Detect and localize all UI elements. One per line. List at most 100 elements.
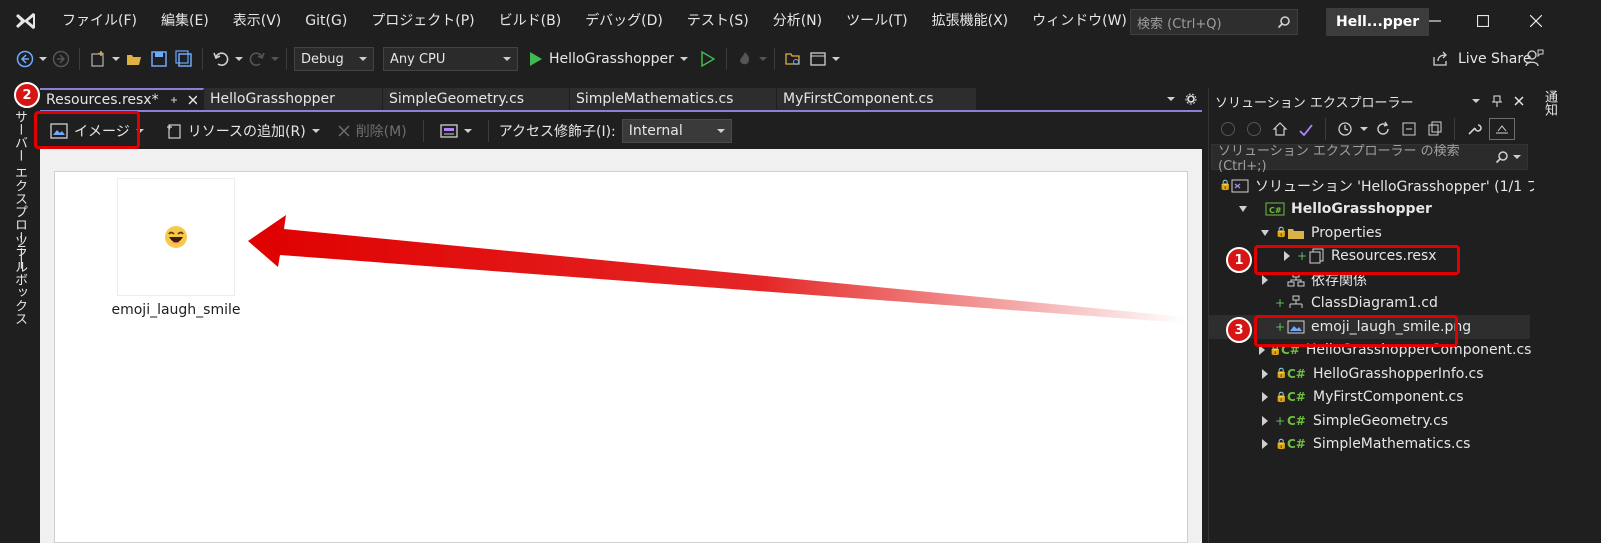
menu-item[interactable]: テスト(S) — [675, 0, 761, 42]
hot-reload-icon[interactable] — [734, 48, 756, 70]
home-icon[interactable] — [1269, 118, 1291, 140]
open-folder-icon[interactable] — [123, 48, 145, 70]
find-in-files-icon[interactable] — [782, 48, 804, 70]
feedback-button[interactable] — [1524, 48, 1544, 72]
tab-resources-resx[interactable]: Resources.resx* — [40, 88, 204, 110]
toolbar-separator — [773, 48, 775, 70]
step-badge-3: 3 — [1226, 317, 1252, 343]
search-options-dropdown-icon[interactable] — [1513, 155, 1521, 159]
menu-item[interactable]: 編集(E) — [149, 0, 221, 42]
save-all-icon[interactable] — [173, 48, 195, 70]
notifications-tab[interactable]: 通知 — [1540, 90, 1559, 116]
pin-icon[interactable] — [1492, 95, 1502, 107]
title-bar: ファイル(F) 編集(E) 表示(V) Git(G) プロジェクト(P) ビルド(B) デバ… — [0, 0, 1601, 42]
tree-item[interactable]: + ClassDiagram1.cd — [1209, 292, 1530, 316]
redo-icon[interactable] — [246, 48, 268, 70]
collapse-all-icon[interactable] — [1398, 118, 1420, 140]
start-without-debugging-icon[interactable] — [697, 48, 719, 70]
tree-item[interactable]: 🔒 C# SimpleMathematics.cs — [1209, 433, 1530, 457]
menu-item[interactable]: Git(G) — [293, 0, 359, 42]
left-tool-strip: サーバー エクスプローラー ツールボックス — [0, 88, 40, 543]
toolbox-tab[interactable]: ツールボックス — [10, 234, 29, 325]
view-mode-button[interactable] — [434, 118, 478, 144]
tree-item-label: HelloGrasshopperInfo.cs — [1313, 365, 1484, 382]
menu-item[interactable]: 拡張機能(X) — [920, 0, 1021, 42]
configuration-select[interactable]: Debug — [294, 47, 374, 71]
maximize-button[interactable] — [1460, 0, 1506, 42]
back-dropdown-icon[interactable] — [39, 57, 47, 61]
navigate-forward-icon[interactable] — [50, 48, 72, 70]
menu-item[interactable]: ウィンドウ(W) — [1020, 0, 1139, 42]
expanded-chevron-icon[interactable] — [1237, 206, 1249, 213]
search-icon[interactable] — [1495, 150, 1509, 164]
start-debugging-button[interactable]: HelloGrasshopper — [529, 51, 688, 67]
redo-dropdown-icon[interactable] — [271, 57, 279, 61]
menu-item[interactable]: ビルド(B) — [487, 0, 574, 42]
undo-dropdown-icon[interactable] — [235, 57, 243, 61]
collapsed-chevron-icon[interactable] — [1259, 392, 1271, 403]
add-resource-button[interactable]: リソースの追加(R) — [160, 118, 326, 144]
forward-icon[interactable] — [1243, 118, 1265, 140]
collapsed-chevron-icon[interactable] — [1259, 415, 1271, 426]
new-project-icon[interactable] — [87, 48, 109, 70]
menu-item[interactable]: デバッグ(D) — [573, 0, 675, 42]
customize-toolbar-icon[interactable] — [831, 57, 840, 61]
access-modifier-select[interactable]: Internal — [621, 119, 732, 143]
navigate-back-icon[interactable] — [14, 48, 36, 70]
resource-thumbnail[interactable] — [117, 178, 235, 296]
expanded-chevron-icon[interactable] — [1259, 229, 1271, 236]
collapsed-chevron-icon[interactable] — [1259, 274, 1271, 285]
tab-simplemathematics[interactable]: SimpleMathematics.cs — [570, 88, 777, 110]
preview-selected-icon[interactable] — [1489, 118, 1515, 140]
collapsed-chevron-icon[interactable] — [1259, 368, 1271, 379]
tree-item[interactable]: 🔒 C# HelloGrasshopperInfo.cs — [1209, 362, 1530, 386]
tab-simplegeometry[interactable]: SimpleGeometry.cs — [383, 88, 570, 110]
properties-wrench-icon[interactable] — [1463, 118, 1485, 140]
class-diagram-icon — [1287, 295, 1305, 311]
add-resource-label: リソースの追加(R) — [187, 124, 306, 140]
back-icon[interactable] — [1217, 118, 1239, 140]
menu-item[interactable]: ファイル(F) — [50, 0, 149, 42]
tree-item[interactable]: 🔒 Properties — [1209, 221, 1530, 245]
refresh-icon[interactable] — [1372, 118, 1394, 140]
solution-explorer-search[interactable]: ソリューション エクスプローラー の検索 (Ctrl+;) — [1211, 144, 1528, 174]
tree-item[interactable]: + C# SimpleGeometry.cs — [1209, 409, 1530, 433]
tree-item[interactable]: 🔒 C# MyFirstComponent.cs — [1209, 386, 1530, 410]
undo-icon[interactable] — [210, 48, 232, 70]
chevron-down-icon — [311, 129, 320, 133]
show-all-files-icon[interactable] — [1424, 118, 1446, 140]
collapsed-chevron-icon[interactable] — [1259, 439, 1271, 450]
close-icon[interactable] — [1514, 96, 1524, 106]
pending-changes-filter-icon[interactable] — [1334, 118, 1356, 140]
tab-myfirstcomponent[interactable]: MyFirstComponent.cs — [777, 88, 977, 110]
new-dropdown-icon[interactable] — [112, 57, 120, 61]
filter-dropdown-icon[interactable] — [1360, 127, 1368, 131]
minimize-button[interactable] — [1412, 0, 1458, 42]
menu-item[interactable]: プロジェクト(P) — [359, 0, 486, 42]
live-share-button[interactable]: Live Share — [1432, 48, 1531, 70]
window-options-icon[interactable] — [1472, 99, 1480, 103]
window-layout-icon[interactable] — [807, 48, 829, 70]
close-tab-icon[interactable] — [188, 95, 197, 105]
close-window-button[interactable] — [1513, 0, 1559, 42]
lock-icon: 🔒 — [1275, 438, 1288, 450]
menu-item[interactable]: 分析(N) — [761, 0, 834, 42]
tree-item[interactable]: 🔒 ソリューション 'HelloGrasshopper' (1/1 プロジェ — [1209, 174, 1583, 198]
platform-select[interactable]: Any CPU — [383, 47, 518, 71]
visual-studio-logo-icon[interactable] — [0, 0, 50, 42]
hot-reload-dropdown-icon[interactable] — [758, 57, 767, 61]
tree-item[interactable]: C# HelloGrasshopper — [1209, 198, 1530, 222]
menu-item[interactable]: ツール(T) — [834, 0, 919, 42]
tab-hellograsshopper[interactable]: HelloGrasshopper — [204, 88, 383, 110]
save-icon[interactable] — [148, 48, 170, 70]
run-dropdown-icon[interactable] — [679, 57, 688, 61]
tab-list-dropdown-icon[interactable] — [1167, 97, 1175, 101]
live-share-icon — [1433, 51, 1447, 66]
gear-icon[interactable] — [1185, 93, 1197, 105]
pin-icon[interactable] — [169, 95, 178, 105]
delete-resource-button[interactable]: 削除(M) — [332, 118, 413, 144]
menu-item[interactable]: 表示(V) — [221, 0, 294, 42]
switch-views-icon[interactable] — [1295, 118, 1317, 140]
global-search-input[interactable]: 検索 (Ctrl+Q) — [1130, 9, 1298, 35]
search-placeholder: ソリューション エクスプローラー の検索 (Ctrl+;) — [1218, 144, 1460, 174]
